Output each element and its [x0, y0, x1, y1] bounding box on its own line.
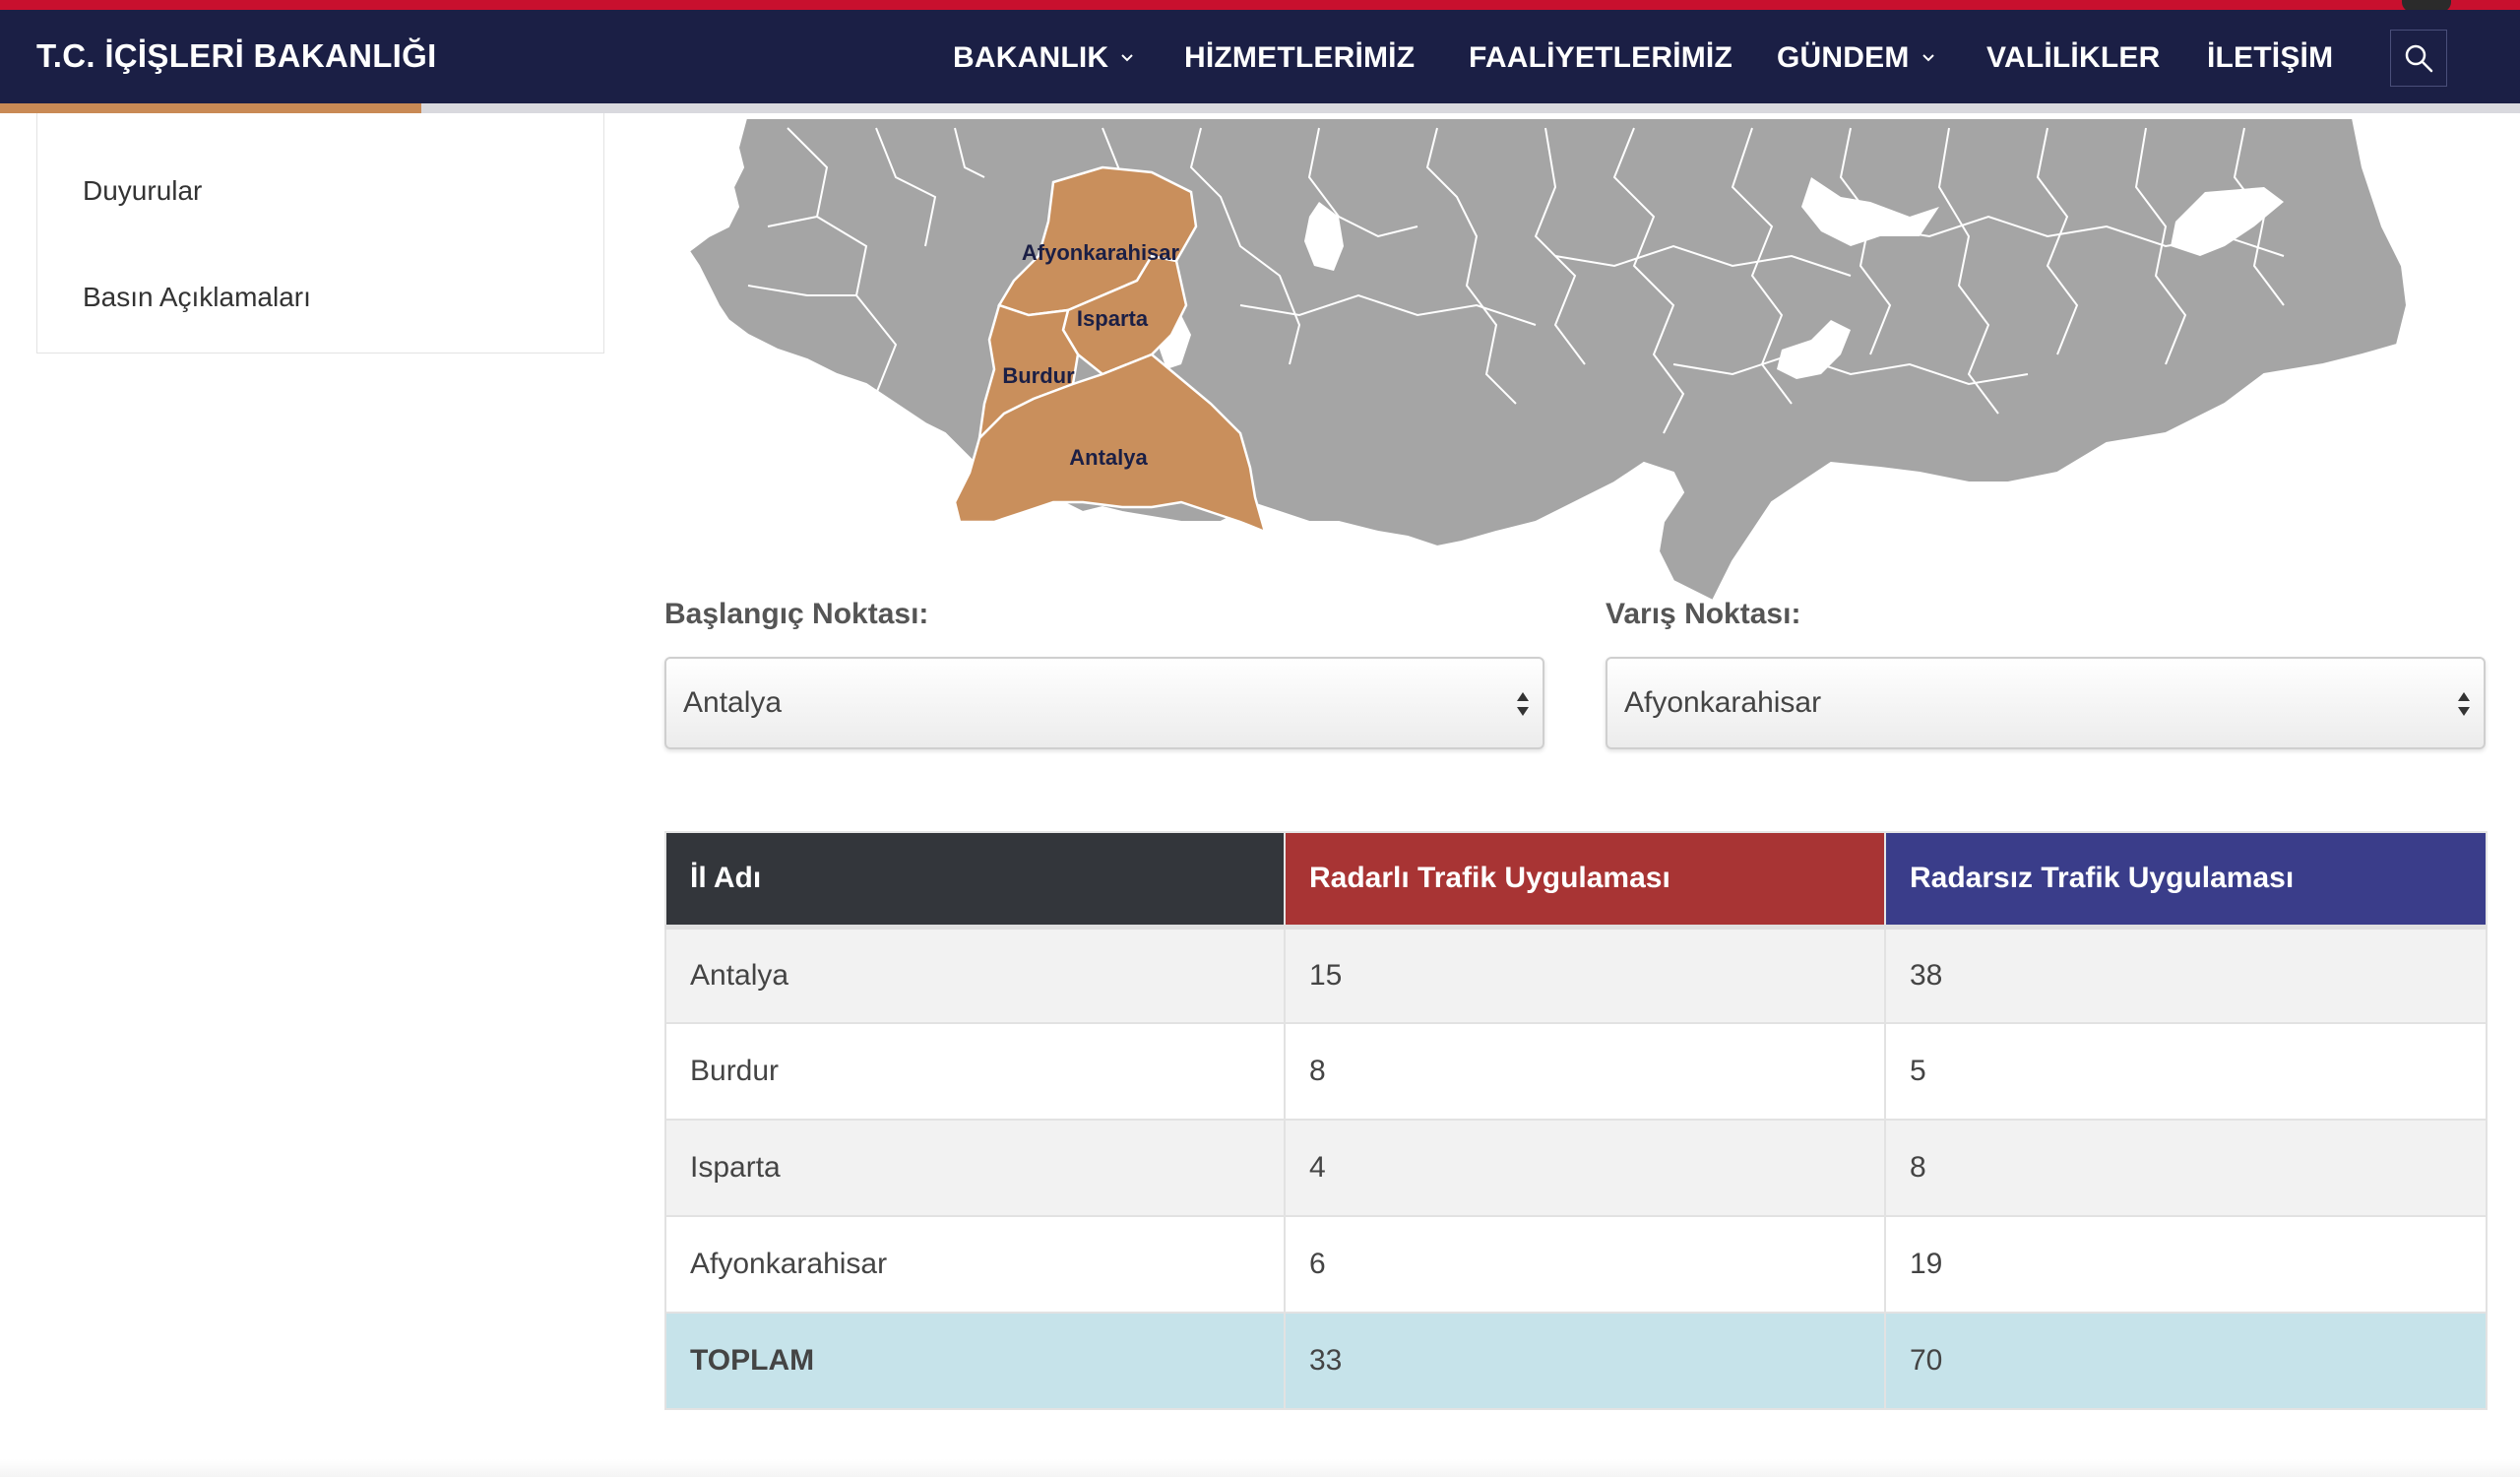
radar-count-cell: 8 — [1284, 1022, 1886, 1121]
no-radar-count-cell: 8 — [1884, 1119, 2488, 1217]
table-header-row: İl Adı Radarlı Trafik Uygulaması Radarsı… — [664, 831, 2488, 930]
select-arrows-icon — [2458, 692, 2470, 716]
table-row: Burdur 8 5 — [664, 1022, 2488, 1121]
total-radar-cell: 33 — [1284, 1312, 1886, 1410]
province-name-cell: Isparta — [664, 1119, 1286, 1217]
radar-count-cell: 4 — [1284, 1119, 1886, 1217]
search-icon — [2405, 44, 2433, 73]
province-name-cell: Afyonkarahisar — [664, 1215, 1286, 1314]
province-name-cell: Antalya — [664, 926, 1286, 1024]
province-name-cell: Burdur — [664, 1022, 1286, 1121]
site-brand[interactable]: T.C. İÇİŞLERİ BAKANLIĞI — [36, 37, 437, 75]
start-point-select[interactable]: Antalya — [664, 657, 1544, 749]
nav-item-faaliyetlerimiz[interactable]: FAALİYETLERİMİZ — [1469, 39, 1732, 77]
search-button[interactable] — [2390, 30, 2447, 87]
total-no-radar-cell: 70 — [1884, 1312, 2488, 1410]
nav-item-label: FAALİYETLERİMİZ — [1469, 41, 1732, 74]
column-header-province: İl Adı — [664, 831, 1286, 930]
end-point-select[interactable]: Afyonkarahisar — [1606, 657, 2486, 749]
column-header-no-radar: Radarsız Trafik Uygulaması — [1884, 831, 2488, 930]
end-point-value: Afyonkarahisar — [1624, 686, 1822, 719]
no-radar-count-cell: 19 — [1884, 1215, 2488, 1314]
table-row: Afyonkarahisar 6 19 — [664, 1215, 2488, 1314]
sidebar-item-duyurular[interactable]: Duyurular — [83, 175, 202, 207]
nav-item-label: BAKANLIK — [953, 41, 1109, 74]
nav-item-iletisim[interactable]: İLETİŞİM — [2207, 39, 2333, 77]
map-label-afyonkarahisar: Afyonkarahisar — [1022, 240, 1180, 265]
map-label-antalya: Antalya — [1069, 445, 1148, 470]
no-radar-count-cell: 5 — [1884, 1022, 2488, 1121]
start-point-label: Başlangıç Noktası: — [664, 598, 929, 630]
chevron-down-icon — [1121, 54, 1133, 62]
total-label-cell: TOPLAM — [664, 1312, 1286, 1410]
map-landmass — [687, 117, 2409, 603]
nav-item-hizmetlerimiz[interactable]: HİZMETLERİMİZ — [1184, 39, 1415, 77]
table-total-row: TOPLAM 33 70 — [664, 1312, 2488, 1410]
table-row: Antalya 15 38 — [664, 926, 2488, 1024]
column-header-radar: Radarlı Trafik Uygulaması — [1284, 831, 1886, 930]
sidebar-menu: Duyurular Basın Açıklamaları — [36, 113, 604, 353]
radar-count-cell: 15 — [1284, 926, 1886, 1024]
turkey-province-map: Afyonkarahisar Isparta Burdur Antalya — [687, 108, 2422, 603]
nav-item-label: GÜNDEM — [1777, 41, 1910, 74]
nav-item-label: İLETİŞİM — [2207, 41, 2334, 74]
no-radar-count-cell: 38 — [1884, 926, 2488, 1024]
nav-item-valilikler[interactable]: VALİLİKLER — [1986, 39, 2160, 77]
nav-item-label: HİZMETLERİMİZ — [1184, 41, 1416, 74]
sidebar-item-basin-aciklamalari[interactable]: Basın Açıklamaları — [83, 282, 311, 313]
nav-accent-bar — [0, 103, 421, 113]
traffic-checks-table: İl Adı Radarlı Trafik Uygulaması Radarsı… — [664, 831, 2488, 1410]
map-label-isparta: Isparta — [1077, 306, 1149, 331]
nav-item-bakanlik[interactable]: BAKANLIK — [953, 39, 1134, 77]
nav-item-gundem[interactable]: GÜNDEM — [1777, 39, 1935, 77]
page-bottom-fade — [0, 1459, 2520, 1477]
table-row: Isparta 4 8 — [664, 1119, 2488, 1217]
main-navbar: T.C. İÇİŞLERİ BAKANLIĞI BAKANLIK HİZMETL… — [0, 10, 2520, 103]
end-point-label: Varış Noktası: — [1606, 598, 1801, 630]
map-label-burdur: Burdur — [1002, 363, 1075, 388]
top-red-strip — [0, 0, 2520, 10]
nav-item-label: VALİLİKLER — [1986, 41, 2161, 74]
select-arrows-icon — [1517, 692, 1529, 716]
radar-count-cell: 6 — [1284, 1215, 1886, 1314]
chevron-down-icon — [1922, 54, 1934, 62]
start-point-value: Antalya — [683, 686, 783, 719]
